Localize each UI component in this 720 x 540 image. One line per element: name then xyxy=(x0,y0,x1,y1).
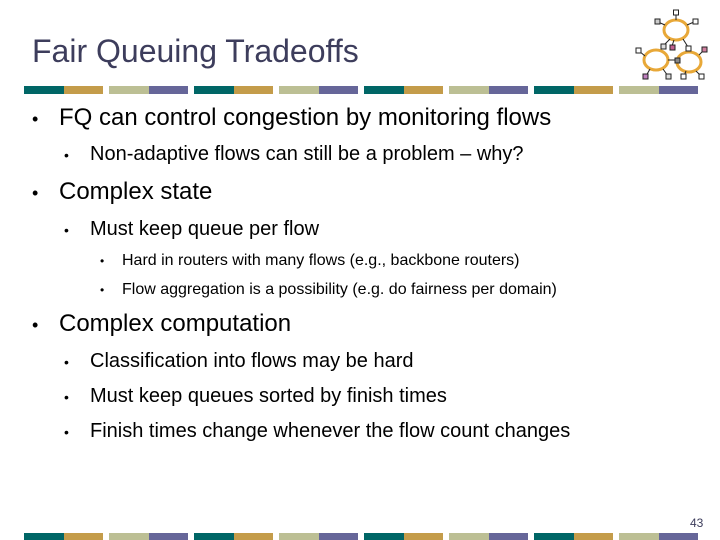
bullet-icon: • xyxy=(32,315,39,335)
bottom-divider-bar xyxy=(24,533,704,540)
divider-segment xyxy=(488,86,528,94)
bullet-icon: • xyxy=(100,254,105,268)
divider-segment xyxy=(233,533,273,540)
bullet-text: FQ can control congestion by monitoring … xyxy=(59,104,552,131)
divider-segment xyxy=(109,533,149,540)
bullet-text: Must keep queues sorted by finish times xyxy=(90,385,447,407)
divider-segment xyxy=(573,86,613,94)
logo-ring-left xyxy=(642,48,670,72)
bullet-icon: • xyxy=(64,424,69,440)
divider-segment xyxy=(449,533,489,540)
divider-segment xyxy=(658,533,698,540)
bullet-text: Must keep queue per flow xyxy=(90,218,320,240)
divider-segment xyxy=(488,533,528,540)
bullet-text: Non-adaptive flows can still be a proble… xyxy=(90,143,524,165)
divider-segment xyxy=(148,86,188,94)
bullet-icon: • xyxy=(64,147,69,163)
divider-segment xyxy=(403,86,443,94)
divider-segment xyxy=(24,86,64,94)
divider-segment xyxy=(318,533,358,540)
bullet-icon: • xyxy=(64,222,69,238)
divider-segment xyxy=(194,533,234,540)
bullet-icon: • xyxy=(64,389,69,405)
divider-segment xyxy=(403,533,443,540)
bullet-text: Hard in routers with many flows (e.g., b… xyxy=(122,252,520,269)
bullet-text: Finish times change whenever the flow co… xyxy=(90,420,571,442)
bullet-text: Complex state xyxy=(59,178,213,205)
divider-segment xyxy=(534,86,574,94)
page-number: 43 xyxy=(690,516,704,530)
bullet-text: Complex computation xyxy=(59,310,292,337)
divider-segment xyxy=(63,86,103,94)
divider-segment xyxy=(194,86,234,94)
divider-segment xyxy=(63,533,103,540)
divider-segment xyxy=(364,533,404,540)
divider-segment xyxy=(364,86,404,94)
divider-segment xyxy=(318,86,358,94)
bullet-icon: • xyxy=(64,354,69,370)
divider-segment xyxy=(619,86,659,94)
divider-segment xyxy=(658,86,698,94)
logo-ring-right xyxy=(675,50,703,74)
divider-segment xyxy=(619,533,659,540)
divider-segment xyxy=(449,86,489,94)
top-divider-bar xyxy=(24,86,704,94)
divider-segment xyxy=(573,533,613,540)
bullet-text: Flow aggregation is a possibility (e.g. … xyxy=(122,281,557,298)
bullet-icon: • xyxy=(100,283,105,297)
divider-segment xyxy=(148,533,188,540)
divider-segment xyxy=(534,533,574,540)
bullet-icon: • xyxy=(32,183,39,203)
divider-segment xyxy=(279,533,319,540)
network-rings-logo-icon xyxy=(635,9,708,80)
logo-ring-top xyxy=(662,18,690,42)
bullet-text: Classification into flows may be hard xyxy=(90,350,414,372)
slide-title: Fair Queuing Tradeoffs xyxy=(32,33,359,69)
divider-segment xyxy=(109,86,149,94)
bullet-icon: • xyxy=(32,109,39,129)
divider-segment xyxy=(24,533,64,540)
divider-segment xyxy=(233,86,273,94)
divider-segment xyxy=(279,86,319,94)
